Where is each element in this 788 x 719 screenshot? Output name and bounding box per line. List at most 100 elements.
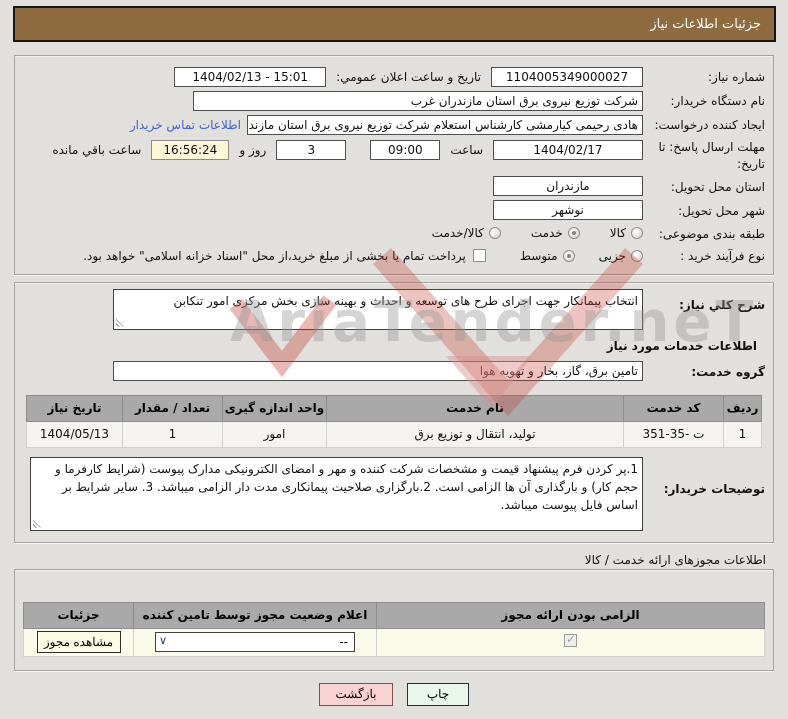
back-button[interactable]: بازگشت [319, 682, 393, 706]
footer-actions: چاپ بازگشت [0, 682, 788, 706]
cell-permit-required [376, 627, 765, 657]
radio-option-partial[interactable]: جزیی [599, 249, 643, 263]
radio-option-label: کالا/خدمت [431, 226, 484, 241]
buyer-notes-textarea[interactable]: 1.پر کردن فرم پیشنهاد قیمت و مشخصات شرکت… [30, 456, 643, 531]
radio-option-service[interactable]: خدمت [531, 226, 580, 240]
service-group-label: گروه خدمت: [691, 364, 765, 379]
service-group-field[interactable]: تامین برق، گاز، بخار و تهویه هوا [113, 361, 643, 382]
col-header-name: نام خدمت [326, 394, 624, 422]
col-header-unit: واحد اندازه گیری [222, 394, 327, 422]
need-number-field[interactable]: 1104005349000027 [491, 66, 643, 87]
creator-row: ایجاد کننده درخواست: هادی رحیمی کیارمشی … [23, 113, 765, 136]
col-header-permit-details: جزئیات [23, 601, 134, 629]
permits-table-header-row: الزامی بودن ارائه مجوز اعلام وضعیت مجوز … [23, 601, 765, 629]
radio-option-goods-service[interactable]: کالا/خدمت [432, 226, 501, 240]
buyer-org-label: نام دستگاه خریدار: [670, 93, 766, 108]
province-label: استان محل تحویل: [670, 179, 765, 194]
permits-box: الزامی بودن ارائه مجوز اعلام وضعیت مجوز … [14, 568, 774, 671]
city-field[interactable]: نوشهر [493, 200, 643, 221]
resize-handle-icon[interactable] [33, 518, 42, 528]
buyer-notes-label: توضیحات خریدار: [663, 481, 765, 496]
services-box: شرح کلي نیاز: انتخاب پیمانکار جهت اجرای … [14, 281, 774, 543]
time-remaining-field: 16:56:24 [151, 140, 230, 160]
col-header-quantity: تعداد / مقدار [122, 394, 223, 422]
radio-icon[interactable] [631, 249, 643, 262]
page-title: جزئیات اطلاعات نیاز [13, 6, 776, 42]
radio-icon[interactable] [488, 227, 501, 240]
need-number-row: شماره نیاز: 1104005349000027 تاریخ و ساع… [23, 65, 765, 88]
cell-permit-status: -- ∨ [133, 627, 377, 657]
view-permit-button[interactable]: مشاهده مجوز [36, 631, 121, 654]
permits-section-title: اطلاعات مجوزهای ارائه خدمت / کالا [584, 552, 766, 567]
buyer-notes-text: 1.پر کردن فرم پیشنهاد قیمت و مشخصات شرکت… [54, 461, 638, 512]
deadline-row: مهلت ارسال پاسخ: تا تاریخ: 1404/02/17 سا… [23, 137, 765, 174]
radio-icon-selected[interactable] [567, 227, 580, 240]
need-summary-label: شرح کلي نیاز: [679, 297, 765, 312]
cell-unit: امور [222, 420, 327, 448]
city-label: شهر محل تحویل: [678, 203, 765, 218]
deadline-date-field[interactable]: 1404/02/17 [493, 140, 643, 160]
days-and-label: روز و [239, 143, 267, 157]
radio-option-medium[interactable]: متوسط [520, 249, 575, 263]
cell-index: 1 [723, 420, 762, 448]
creator-field[interactable]: هادی رحیمی کیارمشی کارشناس استعلام شرکت … [247, 114, 643, 135]
classification-label: طبقه بندی موضوعی: [658, 226, 765, 241]
need-summary-textarea[interactable]: انتخاب پیمانکار جهت اجرای طرح های توسعه … [113, 288, 643, 330]
permit-status-select[interactable]: -- ∨ [155, 632, 355, 653]
chevron-down-icon: ∨ [159, 634, 168, 648]
buyer-contact-link[interactable]: اطلاعات تماس خریدار [130, 118, 241, 132]
print-button[interactable]: چاپ [407, 682, 469, 706]
creator-label: ایجاد کننده درخواست: [654, 117, 765, 132]
cell-quantity: 1 [122, 420, 223, 448]
treasury-note-label: پرداخت تمام یا بخشی از مبلغ خرید،از محل … [83, 248, 466, 263]
buyer-notes-row: توضیحات خریدار: 1.پر کردن فرم پیشنهاد قی… [23, 456, 765, 531]
resize-handle-icon[interactable] [116, 317, 125, 327]
general-info-box: شماره نیاز: 1104005349000027 تاریخ و ساع… [14, 55, 774, 275]
deadline-time-field[interactable]: 09:00 [370, 140, 441, 160]
col-header-date: تاریخ نیاز [26, 394, 123, 422]
days-remaining-field[interactable]: 3 [276, 140, 347, 160]
announce-datetime-field[interactable]: 1404/02/13 - 15:01 [174, 66, 327, 87]
cell-name: تولید، انتقال و توزیع برق [326, 420, 624, 448]
need-number-label: شماره نیاز: [708, 69, 765, 84]
city-row: شهر محل تحویل: نوشهر [23, 199, 765, 222]
col-header-permit-status: اعلام وضعیت مجوز توسط تامین کننده [133, 601, 377, 629]
need-summary-text: انتخاب پیمانکار جهت اجرای طرح های توسعه … [173, 293, 638, 308]
service-table-row: 1 351-35- ت تولید، انتقال و توزیع برق ام… [26, 420, 762, 448]
buyer-org-field[interactable]: شرکت توزیع نیروی برق استان مازندران غرب [193, 90, 643, 111]
buyer-org-row: نام دستگاه خریدار: شرکت توزیع نیروی برق … [23, 89, 765, 112]
deadline-label: مهلت ارسال پاسخ: تا تاریخ: [658, 140, 765, 172]
service-group-row: گروه خدمت: تامین برق، گاز، بخار و تهویه … [23, 360, 765, 383]
radio-option-label: متوسط [519, 248, 558, 263]
permits-table-row: -- ∨ مشاهده مجوز [23, 627, 765, 657]
radio-icon-selected[interactable] [562, 249, 575, 262]
col-header-code: کد خدمت [623, 394, 724, 422]
services-section-title: اطلاعات خدمات مورد نیاز [606, 338, 757, 353]
announce-datetime-label: تاریخ و ساعت اعلان عمومي: [336, 69, 481, 84]
radio-option-goods[interactable]: کالا [610, 226, 643, 240]
radio-option-label: جزیی [598, 248, 626, 263]
radio-option-label: کالا [609, 226, 626, 241]
cell-date: 1404/05/13 [26, 420, 123, 448]
hour-label: ساعت [450, 143, 483, 157]
process-type-row: نوع فرآیند خرید : جزیی متوسط پرداخت تمام… [23, 245, 765, 267]
permit-status-value: -- [339, 635, 348, 650]
process-type-label: نوع فرآیند خرید : [680, 249, 765, 264]
treasury-checkbox[interactable] [472, 249, 486, 263]
need-summary-row: شرح کلي نیاز: انتخاب پیمانکار جهت اجرای … [23, 288, 765, 330]
province-row: استان محل تحویل: مازندران [23, 175, 765, 198]
permits-table: الزامی بودن ارائه مجوز اعلام وضعیت مجوز … [23, 601, 765, 657]
province-field[interactable]: مازندران [493, 176, 643, 197]
classification-row: طبقه بندی موضوعی: کالا خدمت کالا/خدمت [23, 223, 765, 244]
remaining-label: ساعت باقي مانده [52, 143, 142, 157]
service-table: ردیف کد خدمت نام خدمت واحد اندازه گیری ت… [26, 394, 762, 448]
cell-code: 351-35- ت [623, 420, 724, 448]
col-header-permit-required: الزامی بودن ارائه مجوز [376, 601, 765, 629]
radio-option-label: خدمت [530, 226, 563, 241]
cell-permit-details: مشاهده مجوز [23, 627, 134, 657]
permit-required-checkbox[interactable] [564, 632, 577, 648]
service-table-header-row: ردیف کد خدمت نام خدمت واحد اندازه گیری ت… [26, 394, 762, 422]
need-details-page: جزئیات اطلاعات نیاز شماره نیاز: 11040053… [0, 6, 788, 706]
col-header-index: ردیف [723, 394, 762, 422]
radio-icon[interactable] [631, 227, 643, 240]
